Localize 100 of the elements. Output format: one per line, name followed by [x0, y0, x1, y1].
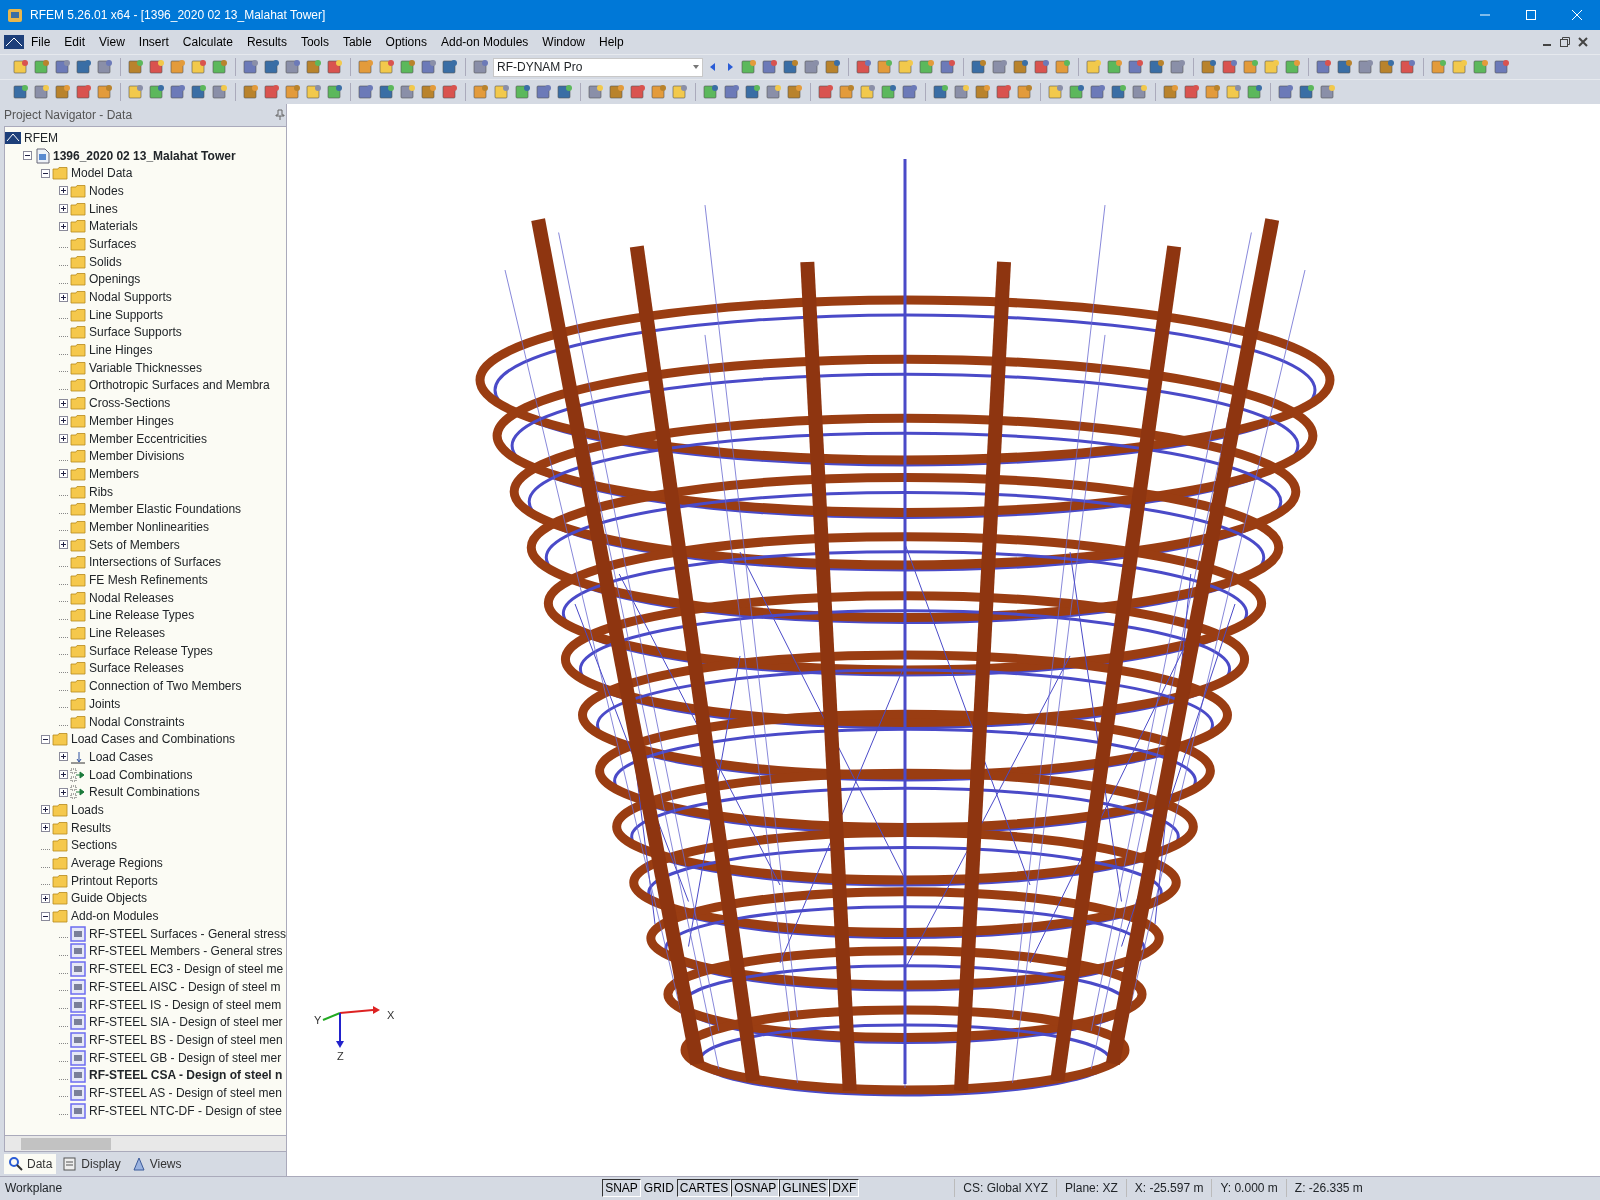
panel-tab[interactable]: Views [126, 1154, 186, 1174]
toolbar-icon[interactable] [148, 58, 166, 76]
tree-item[interactable]: RFEM [21, 128, 58, 147]
toolbar-icon[interactable] [1493, 58, 1511, 76]
toolbar-icon[interactable] [284, 58, 302, 76]
toolbar-icon[interactable] [75, 58, 93, 76]
toolbar-icon[interactable] [1315, 58, 1333, 76]
toolbar-icon[interactable] [786, 83, 804, 101]
panel-tab[interactable]: Data [4, 1154, 57, 1174]
tree-item[interactable]: Nodes [86, 181, 124, 200]
status-toggle[interactable]: GRID [640, 1178, 677, 1197]
toolbar-icon[interactable] [1183, 83, 1201, 101]
expander-icon[interactable] [41, 168, 50, 178]
menu-item[interactable]: Help [592, 31, 631, 53]
tree-item[interactable]: Surface Releases [86, 659, 184, 678]
menu-item[interactable]: Options [378, 31, 434, 53]
toolbar-icon[interactable] [765, 83, 783, 101]
toolbar-icon[interactable] [127, 58, 145, 76]
tree-item[interactable]: Average Regions [68, 854, 163, 873]
toolbar-icon[interactable] [876, 58, 894, 76]
toolbar-icon[interactable] [901, 83, 919, 101]
status-toggle[interactable]: DXF [829, 1178, 860, 1197]
status-toggle[interactable]: SNAP [602, 1178, 641, 1197]
toolbar-icon[interactable] [1399, 58, 1417, 76]
menu-item[interactable]: Insert [131, 31, 176, 53]
toolbar-icon[interactable] [556, 83, 574, 101]
tree-item[interactable]: Openings [86, 270, 141, 289]
expander-icon[interactable] [59, 398, 68, 408]
tree-item[interactable]: Line Releases [86, 624, 166, 643]
toolbar-icon[interactable] [1225, 83, 1243, 101]
toolbar-icon[interactable] [420, 83, 438, 101]
toolbar-icon[interactable] [1284, 58, 1302, 76]
menu-item[interactable]: Edit [57, 31, 93, 53]
tree-item[interactable]: Surface Supports [86, 323, 182, 342]
toolbar-icon[interactable] [974, 83, 992, 101]
tree-item[interactable]: FE Mesh Refinements [86, 571, 208, 590]
toolbar-icon[interactable] [242, 58, 260, 76]
app-menu-icon[interactable] [4, 35, 24, 49]
tree-item[interactable]: Sets of Members [86, 535, 180, 554]
tree-item[interactable]: Joints [86, 694, 121, 713]
toolbar-icon[interactable] [1162, 83, 1180, 101]
toolbar-icon[interactable] [190, 58, 208, 76]
module-dropdown[interactable]: RF-DYNAM Pro [493, 57, 703, 77]
toolbar-icon[interactable] [305, 58, 323, 76]
tree-item[interactable]: Variable Thicknesses [86, 358, 202, 377]
tree-item[interactable]: Result Combinations [86, 783, 200, 802]
tree-item[interactable]: Member Hinges [86, 411, 174, 430]
toolbar-icon[interactable] [1246, 83, 1264, 101]
toolbar-icon[interactable] [1012, 58, 1030, 76]
toolbar-icon[interactable] [608, 83, 626, 101]
toolbar-icon[interactable] [1472, 58, 1490, 76]
expander-icon[interactable] [59, 204, 68, 214]
tree-item[interactable]: Ribs [86, 482, 113, 501]
tree-item[interactable]: Line Supports [86, 305, 164, 324]
toolbar-icon[interactable] [1047, 83, 1065, 101]
toolbar-icon[interactable] [1277, 83, 1295, 101]
toolbar-icon[interactable] [918, 58, 936, 76]
toolbar-icon[interactable] [761, 58, 779, 76]
tree-item[interactable]: Member Elastic Foundations [86, 500, 242, 519]
tree-item[interactable]: RF-STEEL BS - Design of steel men [86, 1030, 283, 1049]
tree-item[interactable]: Nodal Supports [86, 288, 172, 307]
tree-item[interactable]: Model Data [68, 164, 133, 183]
status-toggle[interactable]: CARTES [676, 1178, 732, 1197]
horizontal-scrollbar[interactable] [4, 1136, 286, 1152]
tree-item[interactable]: Surfaces [86, 234, 137, 253]
expander-icon[interactable] [59, 540, 68, 550]
toolbar-icon[interactable] [54, 58, 72, 76]
toolbar-icon[interactable] [880, 83, 898, 101]
toolbar-icon[interactable] [991, 58, 1009, 76]
tree-item[interactable]: Materials [86, 217, 138, 236]
toolbar-icon[interactable] [1054, 58, 1072, 76]
toolbar-icon[interactable] [803, 58, 821, 76]
expander-icon[interactable] [41, 823, 50, 833]
tree-item[interactable]: Nodal Constraints [86, 712, 185, 731]
toolbar-icon[interactable] [127, 83, 145, 101]
toolbar-icon[interactable] [744, 83, 762, 101]
toolbar-icon[interactable] [1298, 83, 1316, 101]
status-toggle[interactable]: GLINES [779, 1178, 830, 1197]
expander-icon[interactable] [59, 770, 68, 780]
toolbar-icon[interactable] [1169, 58, 1187, 76]
toolbar-icon[interactable] [263, 58, 281, 76]
toolbar-icon[interactable] [1430, 58, 1448, 76]
close-icon[interactable] [1578, 37, 1588, 47]
toolbar-icon[interactable] [242, 83, 260, 101]
toolbar-icon[interactable] [169, 83, 187, 101]
menu-item[interactable]: Results [239, 31, 294, 53]
toolbar-icon[interactable] [326, 83, 344, 101]
pin-icon[interactable] [274, 109, 285, 121]
toolbar-icon[interactable] [75, 83, 93, 101]
menu-item[interactable]: Window [535, 31, 593, 53]
toolbar-icon[interactable] [96, 58, 114, 76]
expander-icon[interactable] [59, 752, 68, 762]
toolbar-icon[interactable] [96, 83, 114, 101]
toolbar-icon[interactable] [1106, 58, 1124, 76]
tree-item[interactable]: RF-STEEL IS - Design of steel mem [86, 995, 282, 1014]
expander-icon[interactable] [59, 434, 68, 444]
menu-item[interactable]: Calculate [175, 31, 240, 53]
expander-icon[interactable] [41, 805, 50, 815]
toolbar-icon[interactable] [1127, 58, 1145, 76]
toolbar-icon[interactable] [629, 83, 647, 101]
